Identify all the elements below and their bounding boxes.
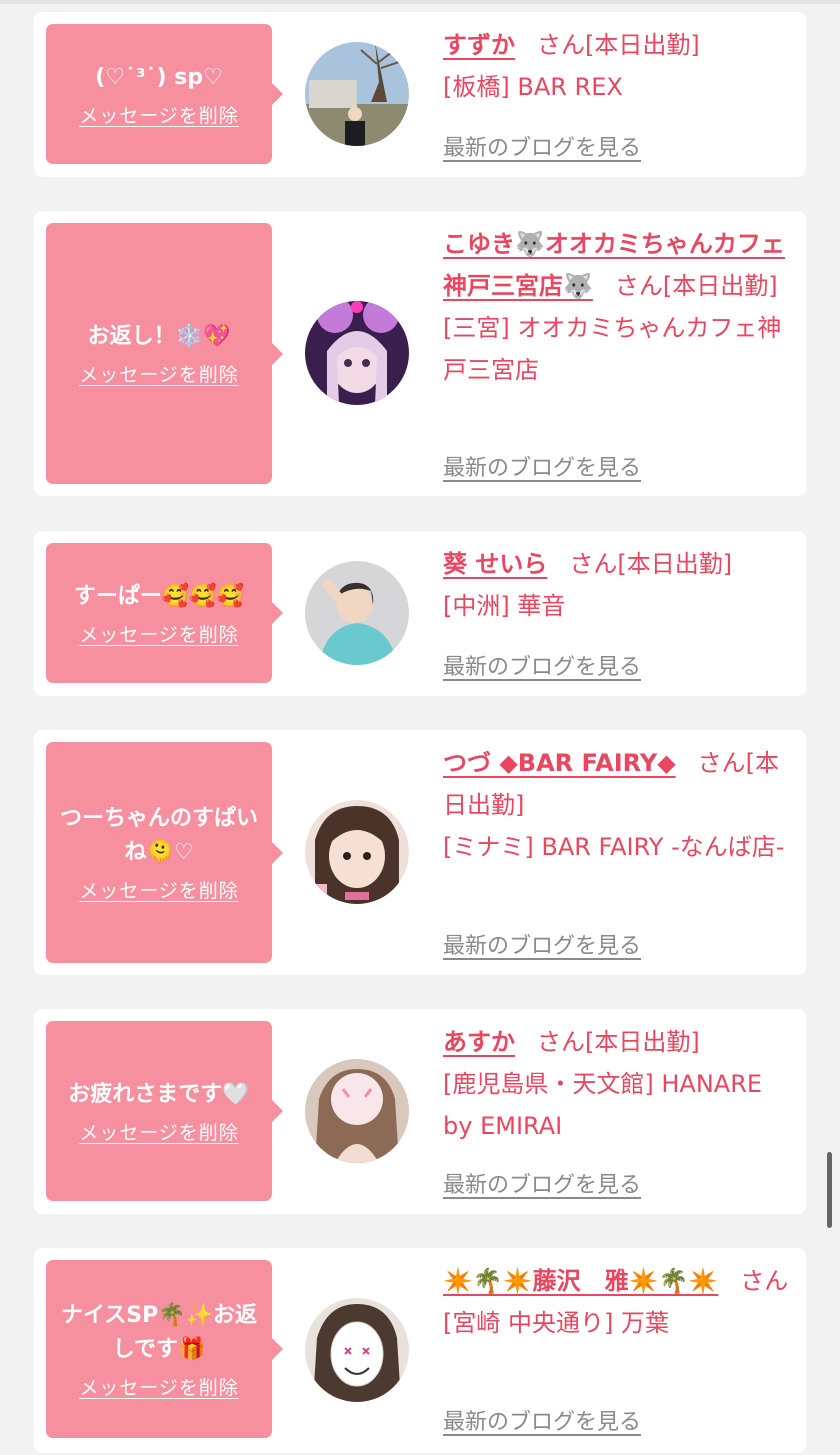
message-bubble: (♡˙³˙) sp♡ メッセージを削除	[46, 24, 283, 164]
latest-blog-link[interactable]: 最新のブログを見る	[443, 130, 641, 162]
avatar[interactable]	[305, 42, 409, 146]
message-text: お疲れさまです🤍	[68, 1081, 250, 1107]
cast-name-link[interactable]: ✴️🌴✴️藤沢 雅✴️🌴✴️	[443, 1267, 718, 1295]
message-bubble: お返し！❄️💖 メッセージを削除	[46, 223, 283, 484]
avatar[interactable]	[305, 1298, 409, 1402]
cast-info: つづ ◆BAR FAIRY◆ さん[本日出勤] [ミナミ] BAR FAIRY -…	[443, 742, 795, 868]
shop-name: [ミナミ] BAR FAIRY -なんば店-	[443, 833, 785, 861]
shop-name: [三宮] オオカミちゃんカフェ神戸三宮店	[443, 314, 782, 384]
delete-message-link[interactable]: メッセージを削除	[79, 1373, 239, 1400]
cast-name-link[interactable]: つづ ◆BAR FAIRY◆	[443, 749, 676, 777]
delete-message-link[interactable]: メッセージを削除	[79, 620, 239, 647]
latest-blog-link[interactable]: 最新のブログを見る	[443, 1404, 641, 1436]
cast-name-link[interactable]: すずか	[443, 31, 515, 59]
cast-suffix: さん[本日出勤]	[569, 550, 733, 578]
cast-suffix: さん[本日出勤]	[614, 272, 778, 300]
avatar[interactable]	[305, 800, 409, 904]
message-card: つーちゃんのすぱいね🫠♡ メッセージを削除 つづ ◆BAR FAIRY◆ さん[本…	[34, 730, 806, 975]
cast-info: ✴️🌴✴️藤沢 雅✴️🌴✴️ さん [宮崎 中央通り] 万葉	[443, 1260, 795, 1344]
delete-message-link[interactable]: メッセージを削除	[79, 876, 239, 903]
delete-message-link[interactable]: メッセージを削除	[79, 360, 239, 387]
cast-name-link[interactable]: あすか	[443, 1028, 515, 1056]
message-text: つーちゃんのすぱいね🫠♡	[59, 806, 258, 865]
message-card: すーぱー🥰🥰🥰 メッセージを削除 葵 せいら さん[本日出勤] [中洲] 華音 最…	[34, 531, 806, 696]
message-text: お返し！❄️💖	[87, 324, 231, 349]
message-text: (♡˙³˙) sp♡	[95, 64, 223, 90]
shop-name: [鹿児島県・天文館] HANARE by EMIRAI	[443, 1070, 763, 1140]
delete-message-link[interactable]: メッセージを削除	[79, 101, 239, 128]
message-bubble: すーぱー🥰🥰🥰 メッセージを削除	[46, 543, 283, 683]
latest-blog-link[interactable]: 最新のブログを見る	[443, 649, 641, 681]
message-card: ナイスSP🌴✨お返しです🎁 メッセージを削除 ✴️🌴✴️藤沢 雅✴️🌴✴️ さん …	[34, 1248, 806, 1453]
message-bubble: ナイスSP🌴✨お返しです🎁 メッセージを削除	[46, 1260, 283, 1438]
avatar[interactable]	[305, 301, 409, 405]
latest-blog-link[interactable]: 最新のブログを見る	[443, 1167, 641, 1199]
scrollbar-thumb[interactable]	[827, 1152, 832, 1228]
avatar[interactable]	[305, 561, 409, 665]
delete-message-link[interactable]: メッセージを削除	[79, 1118, 239, 1145]
message-bubble: お疲れさまです🤍 メッセージを削除	[46, 1021, 283, 1201]
cast-suffix: さん[本日出勤]	[537, 31, 700, 59]
shop-name: [宮崎 中央通り] 万葉	[443, 1309, 669, 1337]
message-card: お返し！❄️💖 メッセージを削除 こゆき🐺オオカミちゃんカフェ神戸三宮店🐺 さん[…	[34, 211, 806, 496]
cast-info: あすか さん[本日出勤] [鹿児島県・天文館] HANARE by EMIRAI	[443, 1021, 795, 1147]
latest-blog-link[interactable]: 最新のブログを見る	[443, 928, 641, 960]
message-text: ナイスSP🌴✨お返しです🎁	[60, 1302, 258, 1362]
avatar[interactable]	[305, 1059, 409, 1163]
message-bubble: つーちゃんのすぱいね🫠♡ メッセージを削除	[46, 742, 283, 963]
cast-info: すずか さん[本日出勤] [板橋] BAR REX	[443, 24, 795, 108]
message-card: (♡˙³˙) sp♡ メッセージを削除 すずか さん[本日出勤] [板橋] BAR…	[34, 12, 806, 177]
message-card: お疲れさまです🤍 メッセージを削除 あすか さん[本日出勤] [鹿児島県・天文館]…	[34, 1009, 806, 1214]
shop-name: [板橋] BAR REX	[443, 73, 623, 101]
top-divider	[0, 0, 840, 4]
cast-info: こゆき🐺オオカミちゃんカフェ神戸三宮店🐺 さん[本日出勤] [三宮] オオカミちゃ…	[443, 223, 795, 391]
shop-name: [中洲] 華音	[443, 592, 566, 620]
message-text: すーぱー🥰🥰🥰	[73, 583, 245, 609]
cast-info: 葵 せいら さん[本日出勤] [中洲] 華音	[443, 543, 795, 627]
cast-suffix: さん	[740, 1267, 789, 1295]
cast-suffix: さん[本日出勤]	[537, 1028, 700, 1056]
latest-blog-link[interactable]: 最新のブログを見る	[443, 450, 641, 482]
cast-name-link[interactable]: 葵 せいら	[443, 550, 547, 578]
